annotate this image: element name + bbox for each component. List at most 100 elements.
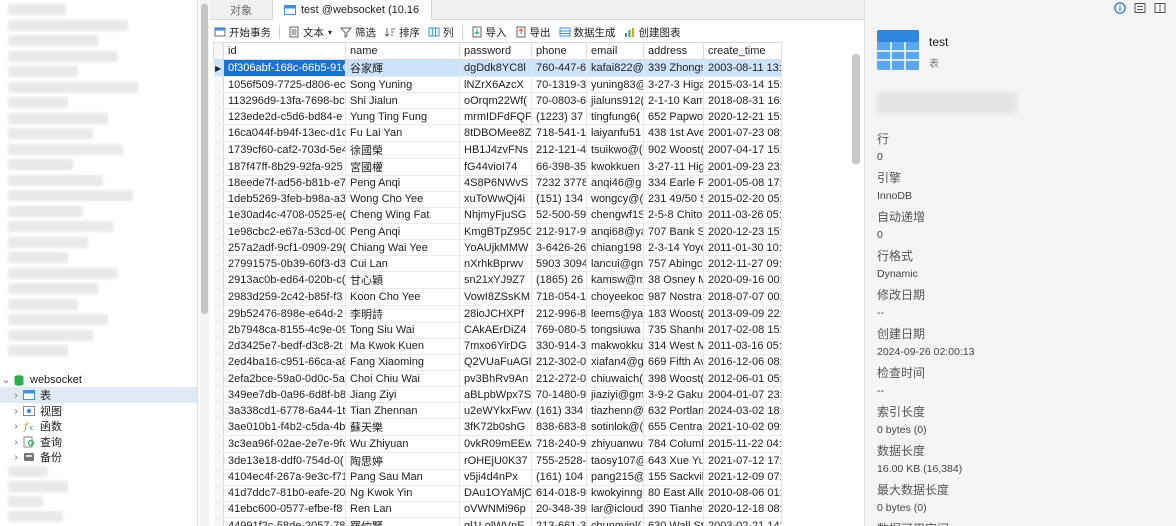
cell-address[interactable]: 707 Bank St [643,223,704,241]
table-row[interactable]: ▶ 0f306abf-168c-66b5-91€ 谷家輝 dgDdk8YC8l 760-… [213,59,782,77]
row-marker[interactable] [213,338,224,355]
cell-id[interactable]: 41d7ddc7-81b0-eafe-20 [223,485,346,502]
cell-email[interactable]: kafai822@ [586,59,644,77]
cell-phone[interactable]: 70-1480-9 [531,386,587,404]
redacted-tree-item[interactable] [8,298,78,310]
table-row[interactable]: 41d7ddc7-81b0-eafe-20 Ng Kwok Yin DAu1OYaM… [213,485,782,502]
redacted-tree-item[interactable] [8,66,78,77]
chevron-right-icon[interactable]: › [10,421,22,432]
cell-id[interactable]: 3c3ea96f-02ae-2e7e-9fc [223,435,346,453]
cell-email[interactable]: leems@ya [586,305,644,323]
cell-create-time[interactable]: 2003-02-21 14: [703,517,782,526]
cell-phone[interactable]: 66-398-35 [531,158,587,176]
sidebar-scrollbar[interactable] [200,0,209,526]
table-row[interactable]: 123ede2d-c5d6-bd84-e Yung Ting Fung mrmIDF… [213,108,782,126]
cell-create-time[interactable]: 2012-06-01 05: [703,370,782,388]
cell-password[interactable]: 0vkR09mEEw [459,435,532,453]
cell-name[interactable]: Cui Lan [345,255,460,273]
cell-id[interactable]: 1739cf60-caf2-703d-5e4 [223,141,346,159]
cell-email[interactable]: laiyanfu51 [586,124,644,142]
cell-id[interactable]: 27991575-0b39-60f3-d3 [223,255,346,273]
cell-phone[interactable]: 70-0803-6 [531,92,587,110]
cell-address[interactable]: 2-1-10 Kam [643,92,704,110]
cell-password[interactable]: VowI8ZSsKM [459,288,532,306]
redacted-tree-item[interactable] [8,314,108,325]
cell-password[interactable]: nXrhkBprwv [459,255,532,273]
cell-create-time[interactable]: 2020-12-18 08: [703,501,782,518]
table-row[interactable]: 187f47ff-8b29-92fa-925 宮國權 fG44vioI74 66-39… [213,158,782,176]
cell-password[interactable]: YoAUjkMMW [459,239,532,257]
data-grid[interactable]: id name password phone email address cre… [213,42,783,526]
cell-password[interactable]: Q2VUaFuAGl [459,354,532,371]
cell-address[interactable]: 80 East Alle [643,485,704,502]
cell-name[interactable]: Choi Chiu Wai [345,370,460,388]
cell-password[interactable]: CAkAErDiZ4 [459,322,532,339]
cell-email[interactable]: tingfung6( [586,108,644,126]
data-generation-button[interactable]: 数据生成 [555,21,620,43]
cell-create-time[interactable]: 2021-07-12 17: [703,452,782,470]
cell-create-time[interactable]: 2012-11-27 09: [703,255,782,273]
column-header-password[interactable]: password [459,42,532,60]
row-marker[interactable] [213,108,224,126]
row-marker[interactable] [213,435,224,453]
cell-password[interactable]: pv3BhRv9An [459,370,532,388]
cell-create-time[interactable]: 2011-01-30 10: [703,239,782,257]
cell-phone[interactable]: (161) 104 . [531,469,587,486]
cell-id[interactable]: 257a2adf-9cf1-0909-29( [223,239,346,257]
row-marker[interactable] [213,175,224,192]
cell-id[interactable]: 4104ec4f-267a-9e3c-f71 [223,469,346,486]
cell-phone[interactable]: 718-541-1 [531,124,587,142]
row-marker[interactable] [213,354,224,371]
cell-phone[interactable]: 755-2528- [531,452,587,470]
column-header-name[interactable]: name [345,42,460,60]
cell-password[interactable]: DAu1OYaMjC [459,485,532,502]
cell-create-time[interactable]: 2017-02-08 15: [703,322,782,339]
table-row[interactable]: 349ee7db-0a96-6d8f-b8 Jiang Ziyi aBLpbWpx7… [213,386,782,404]
cell-phone[interactable]: (161) 334 . [531,402,587,420]
cell-create-time[interactable]: 2004-01-07 23: [703,386,782,404]
cell-create-time[interactable]: 2021-10-02 09: [703,418,782,437]
cell-create-time[interactable]: 2001-05-08 17: [703,175,782,192]
cell-id[interactable]: 41ebc600-0577-efbe-f8 [223,501,346,518]
cell-name[interactable]: Ng Kwok Yin [345,485,460,502]
cell-id[interactable]: 2913ac0b-ed64-020b-c( [223,271,346,290]
cell-email[interactable]: tongsiuwa [586,322,644,339]
cell-address[interactable]: 2-3-14 Yoyo [643,239,704,257]
cell-password[interactable]: 4S8P6NWvS [459,175,532,192]
redacted-tree-item[interactable] [8,190,133,201]
cell-password[interactable]: dgDdk8YC8l [459,59,532,77]
column-header-create-time[interactable]: create_time [703,42,782,60]
cell-address[interactable]: 2-5-8 Chito [643,207,704,224]
cell-id[interactable]: 1deb5269-3feb-b98a-a3 [223,191,346,208]
tree-item-functions[interactable]: › fx 函数 [0,418,197,434]
cell-address[interactable]: 652 Papwo [643,108,704,126]
cell-create-time[interactable]: 2018-08-31 16: [703,92,782,110]
row-marker[interactable] [213,322,224,339]
row-marker[interactable] [213,92,224,110]
cell-address[interactable]: 334 Earle R [643,175,704,192]
table-row[interactable]: 2b7948ca-8155-4c9e-09 Tong Siu Wai CAkAErD… [213,322,782,339]
cell-name[interactable]: 徐國榮 [345,141,460,159]
cell-phone[interactable]: 212-996-8 [531,305,587,323]
cell-password[interactable]: oVWNMi96p [459,501,532,518]
cell-name[interactable]: 宮國權 [345,158,460,176]
table-row[interactable]: 16ca044f-b94f-13ec-d1c Fu Lai Yan 8tDBOMee… [213,124,782,142]
table-row[interactable]: 18eede7f-ad56-b81b-e7 Peng Anqi 4S8P6NWvS 7… [213,175,782,192]
scrollbar-thumb[interactable] [201,4,208,314]
cell-email[interactable]: makwokku [586,338,644,355]
row-marker[interactable] [213,158,224,176]
row-marker[interactable] [213,288,224,306]
cell-email[interactable]: chengwf1S [586,207,644,224]
chevron-right-icon[interactable]: › [10,437,22,448]
row-marker[interactable] [213,452,224,470]
row-marker[interactable] [213,501,224,518]
redacted-tree-item[interactable] [8,19,128,31]
cell-password[interactable]: gl1LolWVnE [459,517,532,526]
row-marker[interactable] [213,191,224,208]
cell-email[interactable]: zhiyuanwu [586,435,644,453]
cell-phone[interactable]: 3-6426-26 [531,239,587,257]
cell-phone[interactable]: (151) 134 ' [531,191,587,208]
row-marker[interactable] [213,207,224,224]
cell-create-time[interactable]: 2018-07-07 00: [703,288,782,306]
table-row[interactable]: 2913ac0b-ed64-020b-c(甘心穎 sn21xYJ9Z7 (1865)… [213,271,782,290]
